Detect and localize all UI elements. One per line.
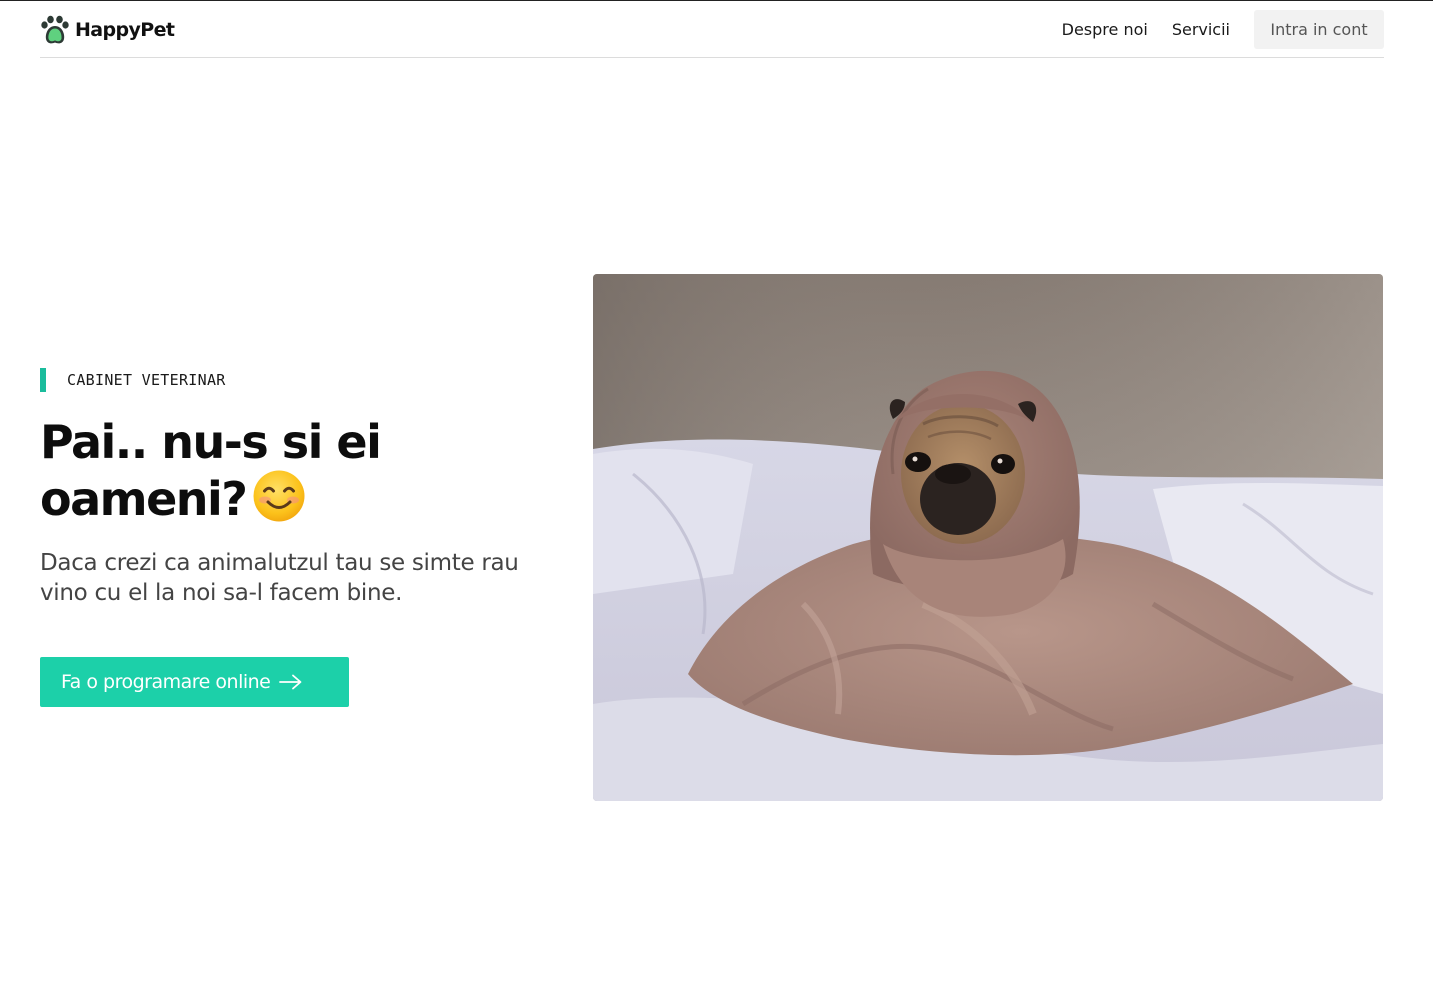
hero-title: Pai.. nu-s si ei oameni? xyxy=(40,415,560,534)
book-appointment-button[interactable]: Fa o programare online xyxy=(40,657,349,707)
hero-description: Daca crezi ca animalutzul tau se simte r… xyxy=(40,550,519,606)
book-appointment-label: Fa o programare online xyxy=(61,671,271,693)
arrow-right-icon xyxy=(270,674,303,690)
hero-title-text: Pai.. nu-s si ei oameni? xyxy=(40,415,382,526)
nav-link-services[interactable]: Servicii xyxy=(1172,20,1230,39)
brand-name: HappyPet xyxy=(75,18,175,41)
site-header: HappyPet Despre noi Servicii Intra in co… xyxy=(40,1,1384,58)
main-nav: Despre noi Servicii Intra in cont xyxy=(1062,9,1384,49)
smiling-face-icon xyxy=(252,469,306,534)
eyebrow-text: CABINET VETERINAR xyxy=(67,371,226,389)
pug-in-blanket-photo xyxy=(593,274,1383,801)
brand-logo-link[interactable]: HappyPet xyxy=(40,15,175,45)
nav-link-about[interactable]: Despre noi xyxy=(1062,20,1148,39)
eyebrow-accent-bar xyxy=(40,368,46,392)
hero-eyebrow: CABINET VETERINAR xyxy=(40,368,226,392)
paw-icon xyxy=(40,15,70,45)
login-button[interactable]: Intra in cont xyxy=(1254,9,1384,49)
